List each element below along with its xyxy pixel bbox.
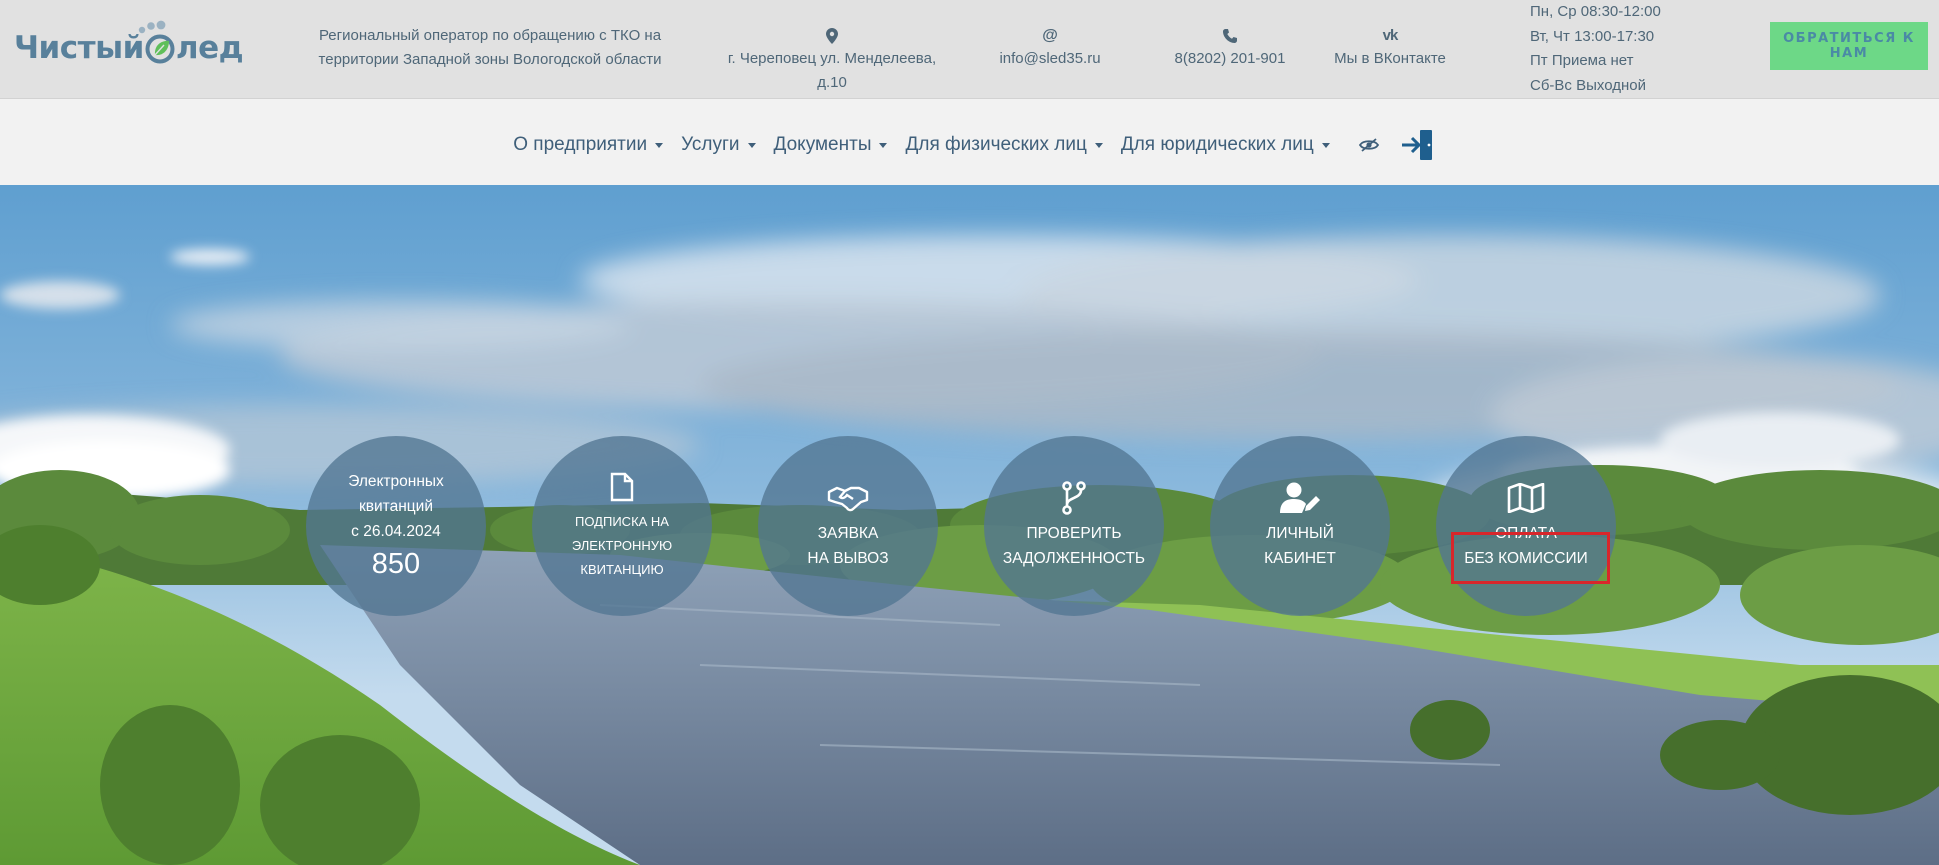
hero-banner: Электронных квитанций с 26.04.2024 850 П… (0, 185, 1939, 865)
caret-down-icon (1321, 142, 1330, 148)
circle-label-line-1: ПРОВЕРИТЬ (1026, 525, 1122, 542)
branch-icon (1062, 481, 1086, 515)
circle-label-line-1: ЛИЧНЫЙ (1266, 525, 1334, 542)
operator-description: Региональный оператор по обращению с ТКО… (300, 24, 680, 72)
at-sign-icon: @ (1042, 27, 1058, 44)
subscribe-e-receipt-button[interactable]: ПОДПИСКА НА ЭЛЕКТРОННУЮ КВИТАНЦИЮ (532, 436, 712, 616)
pay-without-fee-button[interactable]: ОПЛАТА БЕЗ КОМИССИИ (1436, 436, 1616, 616)
address-text: г. Череповец ул. Менделеева, д.10 (727, 50, 937, 91)
nav-item-services[interactable]: Услуги (672, 134, 764, 156)
selection-highlight (1451, 532, 1610, 584)
nav-item-about[interactable]: О предприятии (504, 134, 672, 156)
caret-down-icon (1094, 142, 1103, 148)
circle-label-line-2: НА ВЫВОЗ (807, 550, 889, 567)
eye-icon[interactable] (1358, 138, 1379, 152)
caret-down-icon (879, 142, 888, 148)
document-icon (610, 470, 634, 504)
hours-line-4: Сб-Вс Выходной (1530, 76, 1646, 94)
email-text: info@sled35.ru (999, 50, 1101, 67)
login-door-icon[interactable] (1401, 129, 1435, 161)
user-edit-icon (1280, 481, 1320, 515)
nav-item-individuals[interactable]: Для физических лиц (896, 134, 1111, 156)
logo-text-a: Чистый (14, 30, 144, 66)
operator-line-1: Региональный оператор по обращению с ТКО… (318, 27, 662, 44)
circle-label-line-2: КАБИНЕТ (1264, 550, 1336, 567)
check-debt-button[interactable]: ПРОВЕРИТЬ ЗАДОЛЖЕННОСТЬ (984, 436, 1164, 616)
phone-block[interactable]: 8(8202) 201-901 (1155, 25, 1305, 71)
personal-account-button[interactable]: ЛИЧНЫЙ КАБИНЕТ (1210, 436, 1390, 616)
circle-label-line-2: ЭЛЕКТРОННУЮ (571, 538, 673, 553)
hours-line-2: Вт, Чт 13:00-17:30 (1530, 27, 1655, 45)
e-receipts-counter: Электронных квитанций с 26.04.2024 850 (306, 436, 486, 616)
nav-label: Для физических лиц (905, 134, 1087, 155)
hours-line-1: Пн, Ср 08:30-12:00 (1530, 3, 1661, 20)
nav-label: Для юридических лиц (1120, 134, 1314, 155)
phone-text: 8(8202) 201-901 (1174, 50, 1286, 67)
hours-line-3: Пт Приема нет (1530, 52, 1634, 69)
nav-label: О предприятии (513, 134, 648, 155)
main-navbar: О предприятии Услуги Документы Для физич… (0, 99, 1939, 185)
site-logo[interactable]: Чистый лед (14, 20, 244, 76)
address-block[interactable]: г. Череповец ул. Менделеева, д.10 (712, 25, 952, 95)
circle-label-line-1: ПОДПИСКА НА (575, 514, 669, 529)
pickup-request-button[interactable]: ЗАЯВКА НА ВЫВОЗ (758, 436, 938, 616)
phone-icon (1155, 25, 1305, 47)
caret-down-icon (747, 142, 756, 148)
circle-label-line-3: КВИТАНЦИЮ (580, 562, 664, 577)
vk-icon: vk (1382, 27, 1399, 44)
top-contact-bar: Чистый лед Региональный оператор по обра… (0, 0, 1939, 99)
counter-label-line-2: квитанций (359, 497, 433, 515)
counter-label-line-1: Электронных (348, 472, 444, 490)
nav-item-documents[interactable]: Документы (765, 134, 897, 156)
counter-number: 850 (371, 547, 421, 580)
landscape-background-image (0, 185, 1939, 865)
working-hours: Пн, Ср 08:30-12:00 Вт, Чт 13:00-17:30 Пт… (1530, 0, 1661, 98)
operator-line-2: территории Западной зоны Вологодской обл… (318, 51, 662, 68)
vk-text: Мы в ВКонтакте (1334, 50, 1446, 67)
handshake-icon (827, 481, 869, 515)
vk-block[interactable]: vk Мы в ВКонтакте (1325, 25, 1455, 71)
email-block[interactable]: @ info@sled35.ru (990, 25, 1110, 71)
contact-us-button[interactable]: ОБРАТИТЬСЯ К НАМ (1770, 22, 1928, 70)
map-marker-icon (712, 25, 952, 47)
logo-text-b: лед (175, 30, 244, 66)
nav-label: Услуги (681, 134, 740, 155)
counter-label-line-3: с 26.04.2024 (351, 522, 441, 540)
nav-item-legal-entities[interactable]: Для юридических лиц (1112, 134, 1339, 156)
main-nav: О предприятии Услуги Документы Для физич… (0, 129, 1939, 161)
circle-label-line-2: ЗАДОЛЖЕННОСТЬ (1002, 550, 1146, 567)
nav-label: Документы (773, 134, 872, 155)
caret-down-icon (655, 142, 664, 148)
map-icon (1507, 481, 1545, 515)
circle-label-line-1: ЗАЯВКА (817, 525, 879, 542)
logo-dots-icon (138, 20, 166, 34)
